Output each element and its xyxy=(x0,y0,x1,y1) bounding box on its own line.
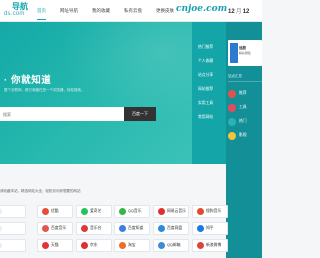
promo-image xyxy=(230,43,238,63)
site-tile[interactable]: 知乎 xyxy=(192,222,228,235)
site-icon xyxy=(197,225,204,232)
right-item-tools[interactable]: 工具 xyxy=(228,102,262,113)
site-icon xyxy=(81,225,88,232)
site-icon xyxy=(158,208,165,215)
site-icon xyxy=(0,225,2,232)
right-item-video[interactable]: 影视 xyxy=(228,130,262,141)
promo-card[interactable]: 追剧 精彩剧集 xyxy=(228,40,262,66)
site-tile[interactable]: QQ邮箱 xyxy=(153,239,189,252)
site-icon xyxy=(81,242,88,249)
site-label: 百度知道 xyxy=(128,226,144,230)
nav-directory[interactable]: 网址导航 xyxy=(53,0,85,22)
hero-subtitle: 整个互联网，都已收藏在您一个浏览器，轻松搜索。 xyxy=(4,88,85,92)
site-label: 淘宝 xyxy=(128,243,136,247)
site-tile[interactable]: 淘宝 xyxy=(114,239,150,252)
site-icon xyxy=(158,242,165,249)
site-tile[interactable]: 京东 xyxy=(76,239,112,252)
notice-text: 请收藏本站，精选网站大全，轻松访问你想要的网站 xyxy=(0,189,81,193)
side-links: 热门推荐 个人收藏 站点分享 网站推荐 实用工具 常用网站 xyxy=(198,40,222,124)
site-tile[interactable] xyxy=(0,205,26,218)
main-nav: 首页 网址导航 我的收藏 私有云盘 更换皮肤 xyxy=(30,0,181,22)
date-day: 12 xyxy=(242,9,250,15)
page: 导航 ds.com 首页 网址导航 我的收藏 私有云盘 更换皮肤 cnjoe.c… xyxy=(0,0,262,258)
site-icon xyxy=(0,208,2,215)
right-item-label: 推荐 xyxy=(239,91,247,95)
date-sep: 月 xyxy=(235,9,242,15)
hero-banner: · 你就知道 整个互联网，都已收藏在您一个浏览器，轻松搜索。 百度一下 xyxy=(0,22,192,164)
site-label: QQ邮箱 xyxy=(167,243,181,247)
logo-subtext: ds.com xyxy=(4,11,25,17)
right-item-label: 影视 xyxy=(239,133,247,137)
right-item-label: 工具 xyxy=(239,105,247,109)
site-label: 百度音乐 xyxy=(51,226,67,230)
site-icon xyxy=(42,225,49,232)
site-icon xyxy=(158,225,165,232)
site-tile[interactable]: 天猫 xyxy=(37,239,73,252)
right-panel-header: 站点汇总 xyxy=(228,74,262,82)
site-tile[interactable]: 网易云音乐 xyxy=(153,205,189,218)
side-link-recommend[interactable]: 网站推荐 xyxy=(198,82,222,96)
site-icon xyxy=(119,225,126,232)
right-item-recommend[interactable]: 推荐 xyxy=(228,88,262,99)
site-icon xyxy=(81,208,88,215)
site-icon xyxy=(119,208,126,215)
site-tile[interactable]: 优酷 xyxy=(37,205,73,218)
site-tile[interactable]: 音乐台 xyxy=(76,222,112,235)
site-tile[interactable] xyxy=(0,239,26,252)
hot-icon xyxy=(228,117,236,126)
date-display: 12月12 xyxy=(228,6,249,15)
site-icon xyxy=(42,208,49,215)
promo-subtitle: 精彩剧集 xyxy=(239,51,252,55)
site-tile[interactable]: QQ音乐 xyxy=(114,205,150,218)
site-label: 搜狗音乐 xyxy=(206,209,222,213)
site-label: 网易云音乐 xyxy=(167,209,186,213)
site-icon xyxy=(0,242,2,249)
right-item-hot[interactable]: 热门 xyxy=(228,116,262,127)
site-label: 优酷 xyxy=(51,209,59,213)
site-label: QQ音乐 xyxy=(128,209,142,213)
site-label: 知乎 xyxy=(206,226,214,230)
site-label: 百度网盘 xyxy=(167,226,183,230)
video-icon xyxy=(228,131,236,140)
side-link-tools[interactable]: 实用工具 xyxy=(198,96,222,110)
site-tile[interactable]: 新浪微博 xyxy=(192,239,228,252)
site-tile[interactable]: 爱奇艺 xyxy=(76,205,112,218)
site-icon xyxy=(119,242,126,249)
site-tile[interactable]: 百度知道 xyxy=(114,222,150,235)
nav-favorites[interactable]: 我的收藏 xyxy=(85,0,117,22)
site-label: 爱奇艺 xyxy=(90,209,102,213)
side-link-personal[interactable]: 个人收藏 xyxy=(198,54,222,68)
search-button[interactable]: 百度一下 xyxy=(124,107,156,121)
site-tile[interactable]: 百度网盘 xyxy=(153,222,189,235)
side-link-share[interactable]: 站点分享 xyxy=(198,68,222,82)
domain-text: cnjoe.com xyxy=(176,4,228,14)
site-label: 音乐台 xyxy=(90,226,102,230)
site-tile[interactable]: 搜狗音乐 xyxy=(192,205,228,218)
search-input[interactable] xyxy=(0,107,124,121)
tools-icon xyxy=(228,103,236,112)
site-tile[interactable]: 百度音乐 xyxy=(37,222,73,235)
site-label: 新浪微博 xyxy=(206,243,222,247)
nav-cloud[interactable]: 私有云盘 xyxy=(117,0,149,22)
site-tile[interactable] xyxy=(0,222,26,235)
date-month: 12 xyxy=(228,9,235,15)
site-label: 天猫 xyxy=(51,243,59,247)
side-link-hot[interactable]: 热门推荐 xyxy=(198,40,222,54)
right-item-label: 热门 xyxy=(239,119,247,123)
site-icon xyxy=(197,208,204,215)
site-icon xyxy=(197,242,204,249)
side-link-common[interactable]: 常用网站 xyxy=(198,110,222,124)
site-label: 京东 xyxy=(90,243,98,247)
hero-title: · 你就知道 xyxy=(4,75,52,86)
top-navbar: 导航 ds.com 首页 网址导航 我的收藏 私有云盘 更换皮肤 cnjoe.c… xyxy=(0,0,262,22)
site-icon xyxy=(42,242,49,249)
recommend-icon xyxy=(228,89,236,98)
nav-home[interactable]: 首页 xyxy=(30,0,53,22)
